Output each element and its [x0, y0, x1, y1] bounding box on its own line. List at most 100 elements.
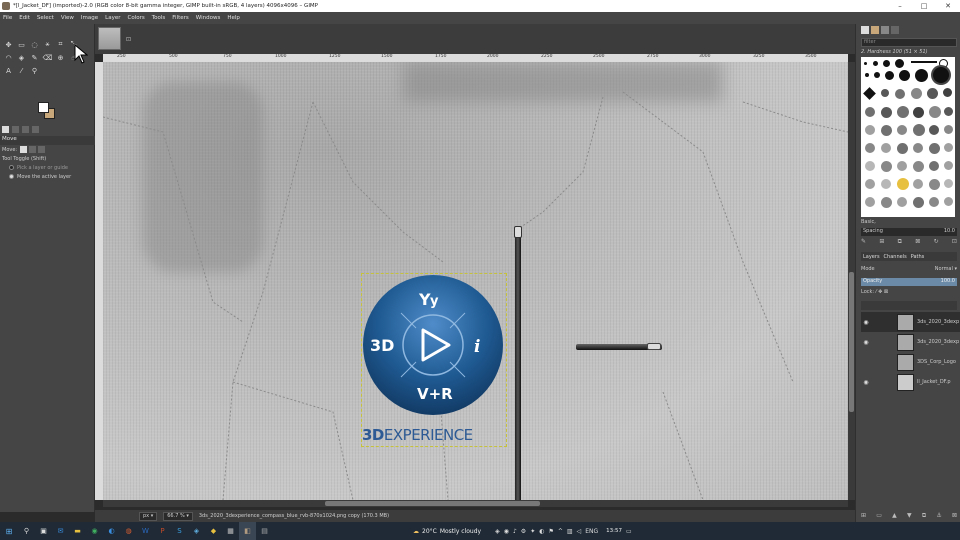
- menu-help[interactable]: Help: [227, 15, 240, 21]
- mode-select[interactable]: Normal ▾: [935, 266, 957, 275]
- vertical-scrollbar[interactable]: [848, 62, 855, 500]
- raise-layer-icon[interactable]: ▲: [892, 512, 897, 520]
- open-brush-icon[interactable]: ⊡: [952, 238, 957, 247]
- layer-row[interactable]: ◉ ll_Jacket_DF.p: [861, 372, 960, 392]
- edge-icon[interactable]: ◐: [103, 522, 120, 540]
- tray-app-icon[interactable]: ◐: [539, 528, 544, 535]
- windows-start-icon[interactable]: ⊞: [0, 522, 18, 540]
- file-explorer-icon[interactable]: ▬: [69, 522, 86, 540]
- layer-row[interactable]: ◉ 3ds_2020_3dexp: [861, 312, 960, 332]
- duplicate-brush-icon[interactable]: ⧉: [898, 238, 902, 247]
- layer-visibility-eye-icon[interactable]: ◉: [861, 339, 871, 346]
- minimize-button[interactable]: –: [888, 0, 912, 12]
- search-icon[interactable]: ⚲: [18, 522, 35, 540]
- tool-options-tab[interactable]: [2, 125, 9, 133]
- pick-layer-option[interactable]: Pick a layer or guide: [2, 163, 94, 172]
- close-button[interactable]: ✕: [936, 0, 960, 12]
- brush-filter-input[interactable]: filter: [861, 38, 957, 47]
- gimp-taskbar-icon[interactable]: ◧: [239, 522, 256, 540]
- maximize-button[interactable]: □: [912, 0, 936, 12]
- images-tab[interactable]: [32, 125, 39, 133]
- move-layer-mode-icon[interactable]: [20, 146, 28, 153]
- unit-select[interactable]: px ▾: [139, 511, 158, 521]
- delete-layer-icon[interactable]: ⊠: [952, 512, 957, 520]
- clock[interactable]: 13:57: [606, 528, 622, 534]
- image-tab-menu-icon[interactable]: ⊡: [126, 36, 131, 43]
- move-active-layer-option[interactable]: Move the active layer: [2, 172, 94, 181]
- foreground-color[interactable]: [38, 102, 49, 113]
- tray-app-icon[interactable]: ◉: [504, 528, 509, 535]
- anchor-layer-icon[interactable]: ⚓: [936, 512, 941, 520]
- brushes-tab[interactable]: [861, 26, 869, 34]
- tab-layers[interactable]: Layers: [863, 254, 880, 260]
- refresh-brushes-icon[interactable]: ↻: [934, 238, 939, 247]
- image-canvas[interactable]: Y y 3D i V+R 3DEXPERIENCE: [103, 62, 848, 500]
- notifications-icon[interactable]: ▭: [626, 528, 632, 535]
- tab-channels[interactable]: Channels: [884, 254, 907, 260]
- firefox-icon[interactable]: ◍: [120, 522, 137, 540]
- layer-row[interactable]: 3DS_Corp_Logo: [861, 352, 960, 372]
- language-indicator[interactable]: ENG: [585, 528, 598, 535]
- app-icon[interactable]: ▦: [222, 522, 239, 540]
- fuzzy-select-icon[interactable]: ⚹: [41, 38, 54, 51]
- color-picker-icon[interactable]: ⁄: [15, 64, 28, 77]
- layer-mode-row[interactable]: Mode Normal ▾: [861, 266, 957, 275]
- menu-filters[interactable]: Filters: [172, 15, 189, 21]
- brush-spacing-slider[interactable]: Spacing 10.0: [861, 228, 957, 236]
- lower-layer-icon[interactable]: ▼: [907, 512, 912, 520]
- mail-icon[interactable]: ✉: [52, 522, 69, 540]
- lock-alpha-icon[interactable]: ⊠: [884, 289, 888, 295]
- pick-layer-radio[interactable]: [9, 165, 14, 170]
- tray-app-icon[interactable]: ◈: [495, 528, 500, 535]
- new-group-icon[interactable]: ▭: [876, 512, 882, 520]
- lock-pixels-icon[interactable]: ⁄: [876, 289, 877, 295]
- tray-app-icon[interactable]: ⚑: [548, 528, 553, 535]
- chrome-icon[interactable]: ◉: [86, 522, 103, 540]
- volume-icon[interactable]: ◁: [577, 528, 582, 535]
- app-icon[interactable]: ◆: [205, 522, 222, 540]
- undo-history-tab[interactable]: [22, 125, 29, 133]
- app-icon[interactable]: ▤: [256, 522, 273, 540]
- crop-icon[interactable]: ⌗: [54, 38, 67, 51]
- vertical-scroll-thumb[interactable]: [849, 272, 854, 412]
- device-status-tab[interactable]: [12, 125, 19, 133]
- tray-app-icon[interactable]: ✦: [530, 528, 535, 535]
- color-swatches[interactable]: [36, 100, 58, 122]
- new-layer-icon[interactable]: ⊞: [861, 512, 866, 520]
- menu-image[interactable]: Image: [81, 15, 98, 21]
- duplicate-layer-icon[interactable]: ⧉: [922, 512, 926, 520]
- layer-visibility-eye-icon[interactable]: ◉: [861, 379, 871, 386]
- layer-row[interactable]: ◉ 3ds_2020_3dexp: [861, 332, 960, 352]
- menu-layer[interactable]: Layer: [105, 15, 120, 21]
- fonts-tab[interactable]: [881, 26, 889, 34]
- warp-icon[interactable]: ◠: [2, 51, 15, 64]
- lasso-icon[interactable]: ◌: [28, 38, 41, 51]
- app-icon[interactable]: ◈: [188, 522, 205, 540]
- menu-edit[interactable]: Edit: [19, 15, 30, 21]
- horizontal-scrollbar[interactable]: [103, 500, 848, 507]
- new-brush-icon[interactable]: ⊞: [879, 238, 884, 247]
- clone-icon[interactable]: ⊕: [54, 51, 67, 64]
- network-icon[interactable]: ▥: [567, 528, 573, 535]
- delete-brush-icon[interactable]: ⊠: [915, 238, 920, 247]
- menu-select[interactable]: Select: [37, 15, 54, 21]
- move-tool-icon[interactable]: ✥: [2, 38, 15, 51]
- 3dexperience-compass-logo[interactable]: Y y 3D i V+R: [361, 273, 507, 423]
- eraser-icon[interactable]: ⌫: [41, 51, 54, 64]
- tab-paths[interactable]: Paths: [911, 254, 925, 260]
- tray-app-icon[interactable]: ♪: [513, 528, 517, 535]
- vertical-ruler[interactable]: [95, 62, 103, 500]
- horizontal-ruler[interactable]: 250 500 750 1000 1250 1500 1750 2000 225…: [103, 54, 848, 62]
- skype-icon[interactable]: S: [171, 522, 188, 540]
- brushes-grid[interactable]: [861, 57, 955, 217]
- tray-app-icon[interactable]: ⚙: [521, 528, 526, 535]
- word-icon[interactable]: W: [137, 522, 154, 540]
- edit-brush-icon[interactable]: ✎: [861, 238, 866, 247]
- weather-widget[interactable]: ☁ 20°C Mostly cloudy: [413, 528, 481, 535]
- chevron-up-icon[interactable]: ^: [558, 528, 563, 535]
- patterns-tab[interactable]: [871, 26, 879, 34]
- powerpoint-icon[interactable]: P: [154, 522, 171, 540]
- paintbrush-icon[interactable]: ✎: [28, 51, 41, 64]
- move-selection-mode-icon[interactable]: [29, 146, 37, 153]
- lock-position-icon[interactable]: ✥: [878, 289, 882, 295]
